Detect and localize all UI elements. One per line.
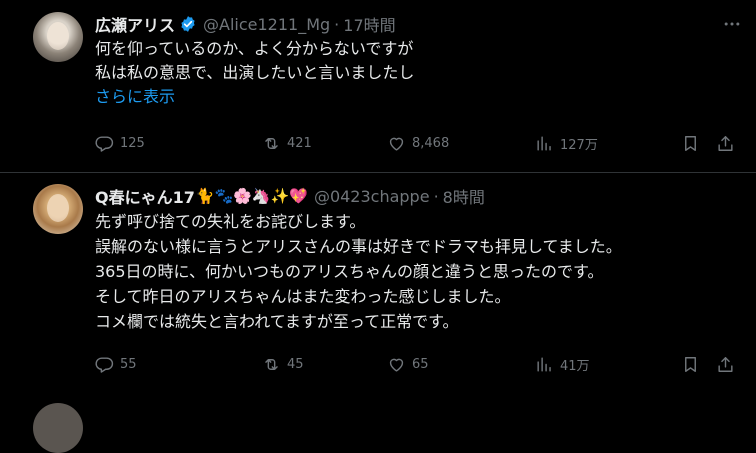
post-text-line: 誤解のない様に言うとアリスさんの事は好きでドラマも拝見してました。: [95, 237, 622, 256]
views-count: 127万: [560, 137, 598, 153]
bookmark-icon: [685, 356, 696, 372]
bookmark-icon: [685, 135, 696, 151]
post-text-line: 何を仰っているのか、よく分からないですが: [95, 39, 414, 58]
views-button[interactable]: 127万: [535, 131, 598, 155]
repost-icon: [265, 137, 278, 149]
post-text-line: 365日の時に、何かいつものアリスちゃんの顔と違うと思ったのです。: [95, 262, 604, 281]
display-name[interactable]: Q春にゃん17: [95, 184, 195, 208]
share-icon: [718, 356, 733, 372]
views-button[interactable]: 41万: [535, 352, 590, 376]
repost-button[interactable]: 421: [262, 131, 312, 155]
repost-count: 45: [287, 356, 304, 372]
timestamp[interactable]: 8時間: [443, 184, 485, 208]
like-count: 65: [412, 356, 429, 372]
share-button[interactable]: [716, 131, 735, 155]
handle[interactable]: @Alice1211_Mg: [203, 15, 330, 34]
reply-icon: [95, 135, 114, 152]
post-text-line: コメ欄では統失と言われてますが至って正常です。: [95, 312, 459, 331]
repost-button[interactable]: 45: [262, 352, 304, 376]
more-icon[interactable]: [722, 14, 742, 34]
like-icon: [389, 358, 404, 372]
display-name[interactable]: 広瀬アリス: [95, 12, 175, 36]
show-more-link[interactable]: さらに表示: [95, 85, 414, 109]
verified-badge-icon: [181, 16, 195, 32]
reply-count: 125: [120, 135, 145, 151]
name-emojis: 🐈🐾🌸🦄✨💖: [195, 187, 308, 205]
post-text: 先ず呼び捨ての失礼をお詫びします。 誤解のない様に言うとアリスさんの事は好きでド…: [95, 209, 622, 334]
action-bar: 55 45 65 41万: [95, 352, 750, 376]
like-button[interactable]: 8,468: [387, 131, 449, 155]
post-text: 何を仰っているのか、よく分からないですが 私は私の意思で、出演したいと言いました…: [95, 37, 414, 109]
views-count: 41万: [560, 358, 590, 374]
post-header: 広瀬アリス @Alice1211_Mg · 17時間: [95, 12, 396, 36]
views-icon: [537, 356, 551, 372]
reply-button[interactable]: 55: [95, 352, 137, 376]
post[interactable]: 広瀬アリス @Alice1211_Mg · 17時間 何を仰っているのか、よく分…: [0, 0, 756, 173]
action-bar: 125 421 8,468 127万: [95, 131, 750, 155]
post-text-line: 私は私の意思で、出演したいと言いましたし: [95, 63, 415, 82]
like-button[interactable]: 65: [387, 352, 429, 376]
avatar[interactable]: [33, 12, 83, 62]
repost-count: 421: [287, 135, 312, 151]
share-icon: [718, 135, 733, 151]
reply-count: 55: [120, 356, 137, 372]
post-text-line: そして昨日のアリスちゃんはまた変わった感じしました。: [95, 287, 511, 306]
like-count: 8,468: [412, 135, 450, 151]
views-icon: [537, 135, 551, 151]
reply-icon: [95, 356, 114, 373]
bookmark-button[interactable]: [681, 131, 700, 155]
share-button[interactable]: [716, 352, 735, 376]
bookmark-button[interactable]: [681, 352, 700, 376]
timestamp[interactable]: 17時間: [343, 12, 395, 36]
post-header: Q春にゃん17 🐈🐾🌸🦄✨💖 @0423chappe · 8時間: [95, 184, 485, 208]
like-icon: [389, 137, 404, 151]
reply-button[interactable]: 125: [95, 131, 145, 155]
next-post-avatar[interactable]: [33, 403, 83, 453]
repost-icon: [265, 358, 278, 370]
reply-post[interactable]: Q春にゃん17 🐈🐾🌸🦄✨💖 @0423chappe · 8時間 先ず呼び捨ての…: [0, 173, 756, 409]
separator: ·: [433, 186, 439, 206]
post-text-line: 先ず呼び捨ての失礼をお詫びします。: [95, 212, 366, 231]
avatar[interactable]: [33, 184, 83, 234]
handle[interactable]: @0423chappe: [314, 187, 430, 206]
separator: ·: [334, 14, 340, 34]
